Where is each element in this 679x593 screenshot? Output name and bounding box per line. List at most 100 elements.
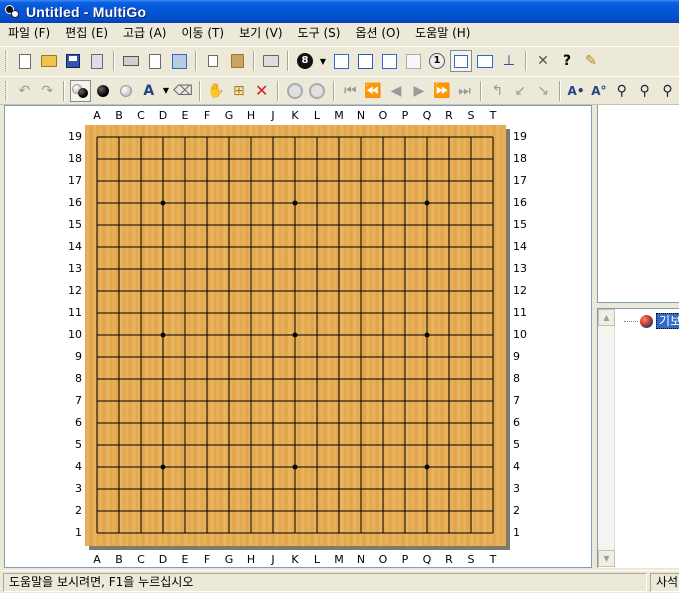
column-label-bottom: D bbox=[158, 553, 168, 566]
row-label-left: 12 bbox=[68, 284, 82, 297]
find-black-button[interactable]: A• bbox=[566, 80, 587, 102]
column-label-bottom: Q bbox=[422, 553, 432, 566]
search-next-button[interactable]: ⚲ bbox=[657, 80, 678, 102]
tree-view-button[interactable]: ⊥ bbox=[498, 50, 520, 72]
forward-fast-button[interactable]: ⏩ bbox=[431, 80, 452, 102]
column-label-bottom: S bbox=[467, 553, 475, 566]
menu-options[interactable]: 옵션 (O) bbox=[347, 23, 407, 44]
last-move-button[interactable]: ⏭ bbox=[454, 80, 475, 102]
redo-button[interactable]: ↷ bbox=[37, 80, 58, 102]
toolbar-separator bbox=[62, 80, 65, 101]
back-fast-button[interactable]: ⏪ bbox=[363, 80, 384, 102]
columns-button[interactable] bbox=[354, 50, 376, 72]
back-button[interactable]: ◀ bbox=[386, 80, 407, 102]
tree-root-label[interactable]: 기보 bbox=[656, 313, 679, 329]
row-label-right: 13 bbox=[513, 262, 527, 275]
print-button[interactable] bbox=[120, 50, 142, 72]
menu-tools[interactable]: 도구 (S) bbox=[290, 23, 348, 44]
properties-button[interactable] bbox=[260, 50, 282, 72]
up-branch-button[interactable]: ↰ bbox=[487, 80, 508, 102]
mark-button[interactable]: A bbox=[138, 80, 159, 102]
find-white-button[interactable]: A° bbox=[588, 80, 609, 102]
eraser-button[interactable]: ⌫ bbox=[173, 80, 194, 102]
export-image-icon bbox=[171, 53, 187, 69]
print-preview-button[interactable] bbox=[144, 50, 166, 72]
column-label-bottom: C bbox=[137, 553, 145, 566]
open-button[interactable] bbox=[38, 50, 60, 72]
split-view-button[interactable] bbox=[474, 50, 496, 72]
board-view-button[interactable] bbox=[450, 50, 472, 72]
search-prev-icon: ⚲ bbox=[639, 82, 650, 99]
previous-variation-button[interactable] bbox=[284, 80, 305, 102]
move-number-dropdown[interactable]: ▼ bbox=[318, 50, 328, 72]
next-variation-button[interactable] bbox=[307, 80, 328, 102]
black-stone-button[interactable] bbox=[93, 80, 114, 102]
blank-board-button[interactable] bbox=[402, 50, 424, 72]
hand-button[interactable]: ✋ bbox=[206, 80, 227, 102]
branch-left-button[interactable]: ↙ bbox=[510, 80, 531, 102]
menu-file[interactable]: 파일 (F) bbox=[0, 23, 57, 44]
menu-edit[interactable]: 편집 (E) bbox=[57, 23, 115, 44]
new-button[interactable] bbox=[14, 50, 36, 72]
export-image-button[interactable] bbox=[168, 50, 190, 72]
comment-pane[interactable] bbox=[597, 105, 679, 303]
brush-button[interactable]: ✎ bbox=[580, 50, 602, 72]
rows-button[interactable] bbox=[378, 50, 400, 72]
undo-button[interactable]: ↶ bbox=[14, 80, 35, 102]
game-tree-pane[interactable]: ▲ ▼ 기보 bbox=[597, 308, 679, 568]
numbered-stone-button[interactable]: 1 bbox=[426, 50, 448, 72]
open-folder-icon bbox=[41, 55, 57, 67]
status-help-text: 도움말을 보시려면, F1을 누르십시오 bbox=[3, 573, 647, 592]
menu-view[interactable]: 보기 (V) bbox=[231, 23, 289, 44]
go-board[interactable] bbox=[85, 125, 506, 546]
menu-help[interactable]: 도움말 (H) bbox=[407, 23, 477, 44]
paste-button[interactable] bbox=[226, 50, 248, 72]
add-variation-button[interactable]: ⊞ bbox=[228, 80, 249, 102]
toolbar-separator bbox=[253, 51, 255, 71]
tools-button[interactable]: ✕ bbox=[532, 50, 554, 72]
row-label-right: 14 bbox=[513, 240, 527, 253]
search-prev-button[interactable]: ⚲ bbox=[634, 80, 655, 102]
go-stones-app-icon bbox=[4, 4, 20, 20]
edit-toolbar: ↶ ↷ A ▼ ⌫ ✋ ⊞ ✕ ⏮ ⏪ ◀ ▶ ⏩ ⏭ ↰ ↙ ↘ A• A° … bbox=[0, 76, 679, 105]
column-label-top: K bbox=[291, 109, 299, 122]
delete-button[interactable]: ✕ bbox=[251, 80, 272, 102]
search-button[interactable]: ⚲ bbox=[611, 80, 632, 102]
row-label-right: 17 bbox=[513, 174, 527, 187]
menu-advanced[interactable]: 고급 (A) bbox=[115, 23, 173, 44]
tree-root-node[interactable]: 기보 bbox=[624, 313, 679, 329]
row-label-right: 9 bbox=[513, 350, 520, 363]
row-label-left: 16 bbox=[68, 196, 82, 209]
branch-right-button[interactable]: ↘ bbox=[533, 80, 554, 102]
tree-view-icon: ⊥ bbox=[502, 53, 516, 69]
save-as-button[interactable] bbox=[86, 50, 108, 72]
copy-button[interactable] bbox=[202, 50, 224, 72]
print-icon bbox=[123, 56, 139, 66]
white-stone-button[interactable] bbox=[116, 80, 137, 102]
help-button[interactable]: ? bbox=[556, 50, 578, 72]
board-grid[interactable] bbox=[85, 125, 506, 546]
column-label-top: P bbox=[401, 109, 409, 122]
dropdown-arrow-icon: ▼ bbox=[162, 86, 170, 95]
scroll-down-icon[interactable]: ▼ bbox=[598, 550, 615, 567]
main-toolbar: 8 ▼ 1 ⊥ ✕ ? ✎ bbox=[0, 46, 679, 75]
row-label-left: 1 bbox=[75, 526, 82, 539]
column-label-top: C bbox=[137, 109, 145, 122]
alternate-stones-button[interactable] bbox=[69, 79, 91, 102]
toolbar-grip[interactable] bbox=[5, 51, 8, 71]
save-button[interactable] bbox=[62, 50, 84, 72]
scroll-up-icon[interactable]: ▲ bbox=[598, 309, 615, 326]
mark-dropdown[interactable]: ▼ bbox=[161, 80, 170, 102]
row-label-left: 3 bbox=[75, 482, 82, 495]
edit-comment-button[interactable] bbox=[330, 50, 352, 72]
star-point bbox=[160, 200, 166, 206]
toolbar-grip[interactable] bbox=[5, 80, 8, 101]
title-bar[interactable]: Untitled - MultiGo bbox=[0, 0, 679, 23]
row-label-left: 9 bbox=[75, 350, 82, 363]
add-variation-icon: ⊞ bbox=[232, 82, 245, 99]
move-number-button[interactable]: 8 bbox=[294, 50, 316, 72]
forward-button[interactable]: ▶ bbox=[408, 80, 429, 102]
menu-move[interactable]: 이동 (T) bbox=[173, 23, 231, 44]
tree-vertical-scrollbar[interactable]: ▲ ▼ bbox=[598, 309, 615, 567]
first-move-button[interactable]: ⏮ bbox=[340, 80, 361, 102]
